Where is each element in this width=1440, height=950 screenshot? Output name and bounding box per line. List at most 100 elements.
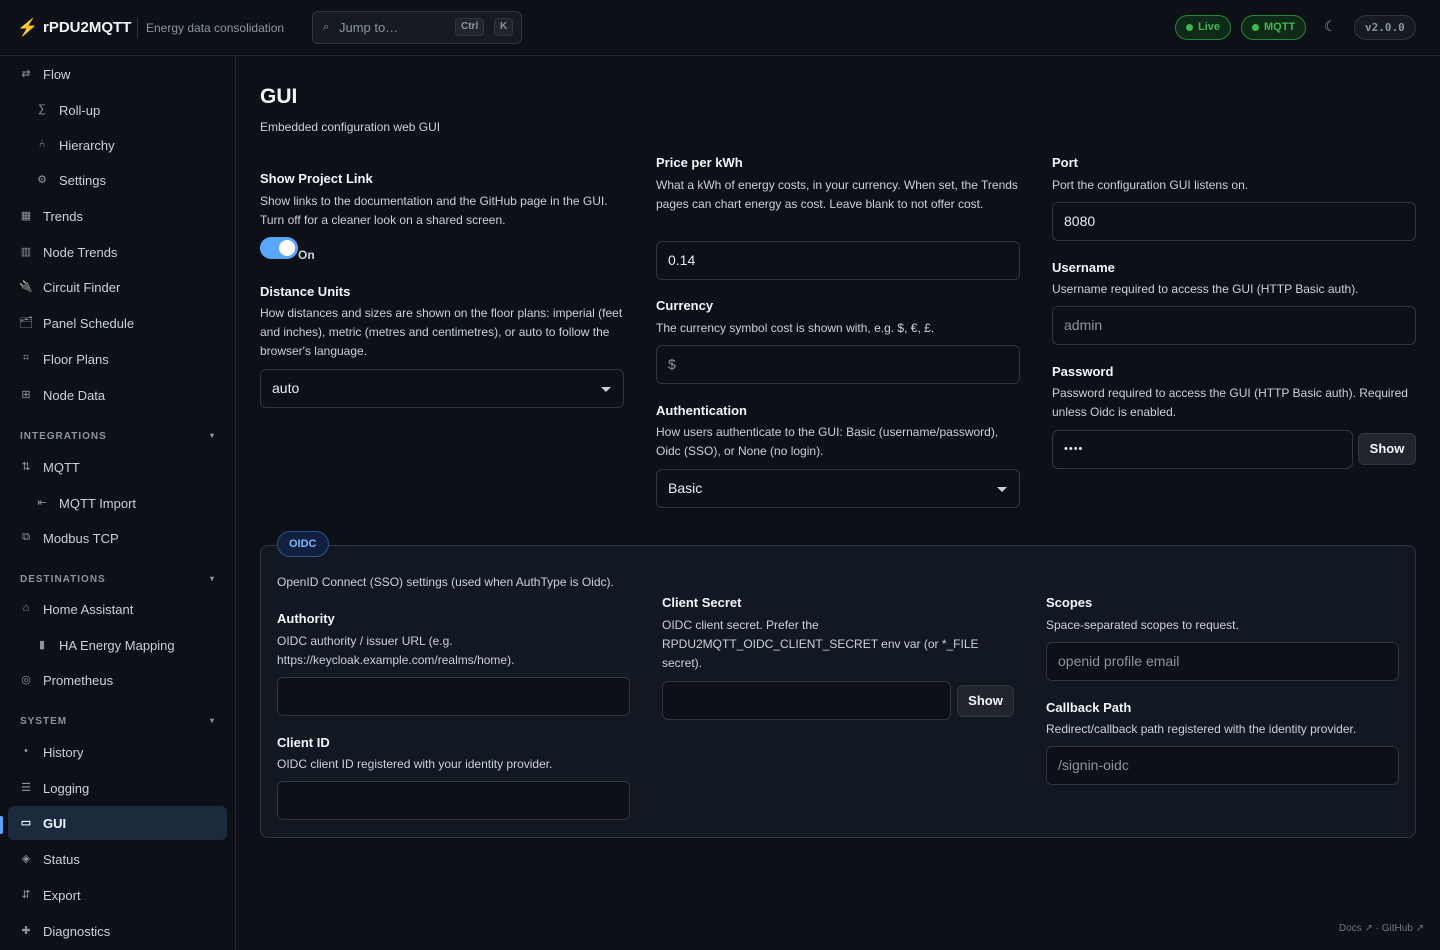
chevron-down-icon [601,387,611,392]
import-icon: ⇤ [37,497,47,509]
show-link-desc: Show links to the documentation and the … [260,194,608,227]
sidebar-item-diagnostics[interactable]: ✚ Diagnostics [8,914,227,948]
sidebar-item-rollup[interactable]: ∑ Roll-up [8,93,227,127]
sidebar-item-status[interactable]: ◈ Status [8,842,227,876]
currency-input[interactable]: $ [656,345,1020,384]
sidebar-item-history[interactable]: • History [8,735,227,769]
sidebar-item-ha-energy[interactable]: ▮ HA Energy Mapping [8,628,227,662]
page-title: GUI [260,85,298,108]
distance-value: auto [272,380,300,396]
app-title[interactable]: rPDU2MQTT [43,19,131,36]
sidebar-item-hierarchy[interactable]: ⑃ Hierarchy [8,128,227,162]
kbd-ctrl: Ctrl [455,18,485,36]
sidebar-item-label: Logging [43,781,90,796]
section-destinations[interactable]: DESTINATIONS ▾ [20,574,215,585]
flow-icon: ⇄ [21,68,31,80]
sidebar-item-label: Home Assistant [43,602,134,617]
gear-icon: ⚙ [37,174,47,186]
sidebar-item-prometheus[interactable]: ◎ Prometheus [8,663,227,697]
sidebar-item-mqtt-import[interactable]: ⇤ MQTT Import [8,486,227,520]
copy-icon: ⧉ [22,531,30,543]
sidebar-item-label: GUI [43,816,67,831]
authority-input[interactable] [277,677,630,716]
sidebar-item-panel-schedule[interactable]: 🗂 Panel Schedule [8,306,227,340]
distance-select[interactable]: auto [260,369,624,408]
sidebar-item-mqtt[interactable]: ⇅ MQTT [8,450,227,484]
theme-toggle-moon-icon[interactable]: ☾ [1324,18,1337,35]
mqtt-dot-icon [1252,24,1259,31]
sidebar: ⇄ Flow ∑ Roll-up ⑃ Hierarchy ⚙ Settings ▦ Tre… [0,56,236,950]
client-secret-label: Client Secret [662,595,742,610]
list-icon: ☰ [21,782,31,794]
username-input[interactable]: admin [1052,306,1416,345]
authority-label: Authority [277,611,335,626]
auth-select[interactable]: Basic [656,469,1020,508]
target-icon: ◎ [21,674,31,686]
live-label: Live [1198,21,1221,33]
bar-chart-icon: ▦ [20,210,32,222]
live-status-badge[interactable]: Live [1175,15,1232,40]
sidebar-item-trends[interactable]: ▦ Trends [8,199,227,233]
chevron-down-icon: ▾ [209,431,215,440]
sidebar-item-home-assistant[interactable]: ⌂ Home Assistant [8,592,227,626]
sidebar-item-logging[interactable]: ☰ Logging [8,771,227,805]
sidebar-item-label: Circuit Finder [43,280,121,295]
sidebar-item-flow[interactable]: ⇄ Flow [8,57,227,91]
sidebar-item-modbus[interactable]: ⧉ Modbus TCP [8,521,227,555]
sidebar-item-circuit-finder[interactable]: 🔌 Circuit Finder [8,270,227,304]
jump-to-search[interactable]: ⌕ Jump to… Ctrl K [312,11,522,44]
client-secret-show-button[interactable]: Show [957,685,1014,717]
section-integrations[interactable]: INTEGRATIONS ▾ [20,431,215,442]
sidebar-item-label: Panel Schedule [43,316,135,331]
jump-placeholder: Jump to… [339,20,399,35]
authority-desc: OIDC authority / issuer URL (e.g. https:… [277,634,515,667]
section-heading: INTEGRATIONS [20,431,107,442]
sidebar-item-label: MQTT Import [59,496,137,511]
app-subtitle: Energy data consolidation [146,21,285,35]
floor-plan-icon: ⌗ [22,352,30,364]
price-label: Price per kWh [656,155,743,170]
mqtt-status-badge[interactable]: MQTT [1241,15,1307,40]
sidebar-item-node-trends[interactable]: ▥ Node Trends [8,235,227,269]
client-secret-input[interactable] [662,681,951,720]
section-system[interactable]: SYSTEM ▾ [20,716,215,727]
password-show-button[interactable]: Show [1358,433,1416,465]
sidebar-item-node-data[interactable]: ⊞ Node Data [8,378,227,412]
sidebar-item-label: Settings [59,173,106,188]
show-link-label: Show Project Link [260,171,373,186]
sidebar-item-label: Trends [43,209,83,224]
sidebar-item-label: Node Trends [43,245,118,260]
node-chart-icon: ▥ [20,246,32,258]
port-input[interactable]: 8080 [1052,202,1416,241]
hierarchy-icon: ⑃ [38,138,46,150]
sidebar-item-settings[interactable]: ⚙ Settings [8,163,227,197]
password-input[interactable]: •••• [1052,430,1353,469]
client-id-label: Client ID [277,735,330,750]
sidebar-item-gui[interactable]: ▭ GUI [8,806,227,840]
sidebar-item-label: Node Data [43,388,106,403]
dot-icon: • [24,745,28,757]
auth-value: Basic [668,480,703,496]
currency-desc: The currency symbol cost is shown with, … [656,321,935,335]
scopes-input[interactable]: openid profile email [1046,642,1399,681]
sidebar-item-export[interactable]: ⇵ Export [8,878,227,912]
footer-links[interactable]: Docs ↗ · GitHub ↗ [1339,923,1424,934]
search-icon: ⌕ [323,21,330,33]
active-indicator [0,816,3,834]
sidebar-item-label: Hierarchy [59,138,115,153]
bolt-icon: ⚡ [17,18,39,37]
sidebar-item-label: Prometheus [43,673,114,688]
sidebar-item-label: History [43,745,84,760]
header-divider [137,17,138,39]
callback-input[interactable]: /signin-oidc [1046,746,1399,785]
section-heading: DESTINATIONS [20,574,106,585]
sidebar-item-label: Status [43,852,80,867]
price-input[interactable]: 0.14 [656,241,1020,280]
kbd-k: K [494,18,514,36]
plug-icon: 🔌 [19,281,33,293]
client-id-input[interactable] [277,781,630,820]
sidebar-item-label: Export [43,888,81,903]
sidebar-item-floor-plans[interactable]: ⌗ Floor Plans [8,342,227,376]
show-link-toggle[interactable] [260,237,298,259]
section-heading: SYSTEM [20,716,68,727]
